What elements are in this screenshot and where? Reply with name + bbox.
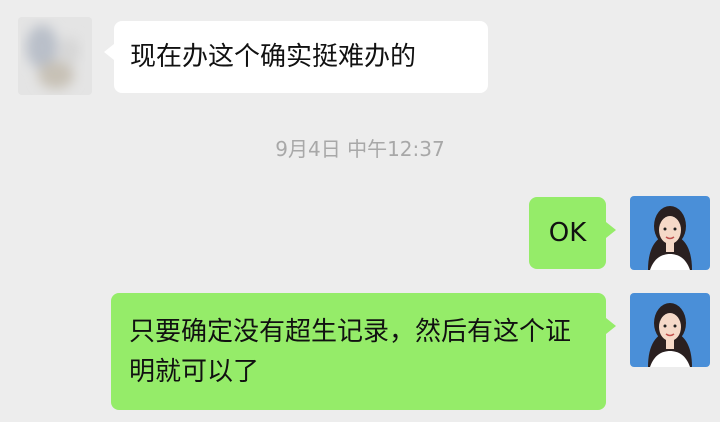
- message-bubble-incoming[interactable]: 现在办这个确实挺难办的: [114, 21, 488, 93]
- message-text: 只要确定没有超生记录，然后有这个证明就可以了: [129, 317, 572, 387]
- message-tail: [104, 44, 114, 60]
- message-bubble-outgoing[interactable]: OK: [529, 197, 606, 269]
- user-avatar-photo: [630, 196, 710, 270]
- blurred-avatar-icon: [18, 17, 92, 95]
- contact-avatar[interactable]: [18, 17, 92, 95]
- message-timestamp: 9月4日 中午12:37: [275, 137, 445, 161]
- message-text: OK: [548, 218, 587, 248]
- self-avatar[interactable]: [630, 196, 710, 270]
- user-avatar-photo: [630, 293, 710, 367]
- message-bubble-outgoing[interactable]: 只要确定没有超生记录，然后有这个证明就可以了: [111, 293, 606, 410]
- message-text: 现在办这个确实挺难办的: [130, 42, 417, 72]
- message-tail: [606, 222, 616, 238]
- message-tail: [606, 318, 616, 334]
- self-avatar[interactable]: [630, 293, 710, 367]
